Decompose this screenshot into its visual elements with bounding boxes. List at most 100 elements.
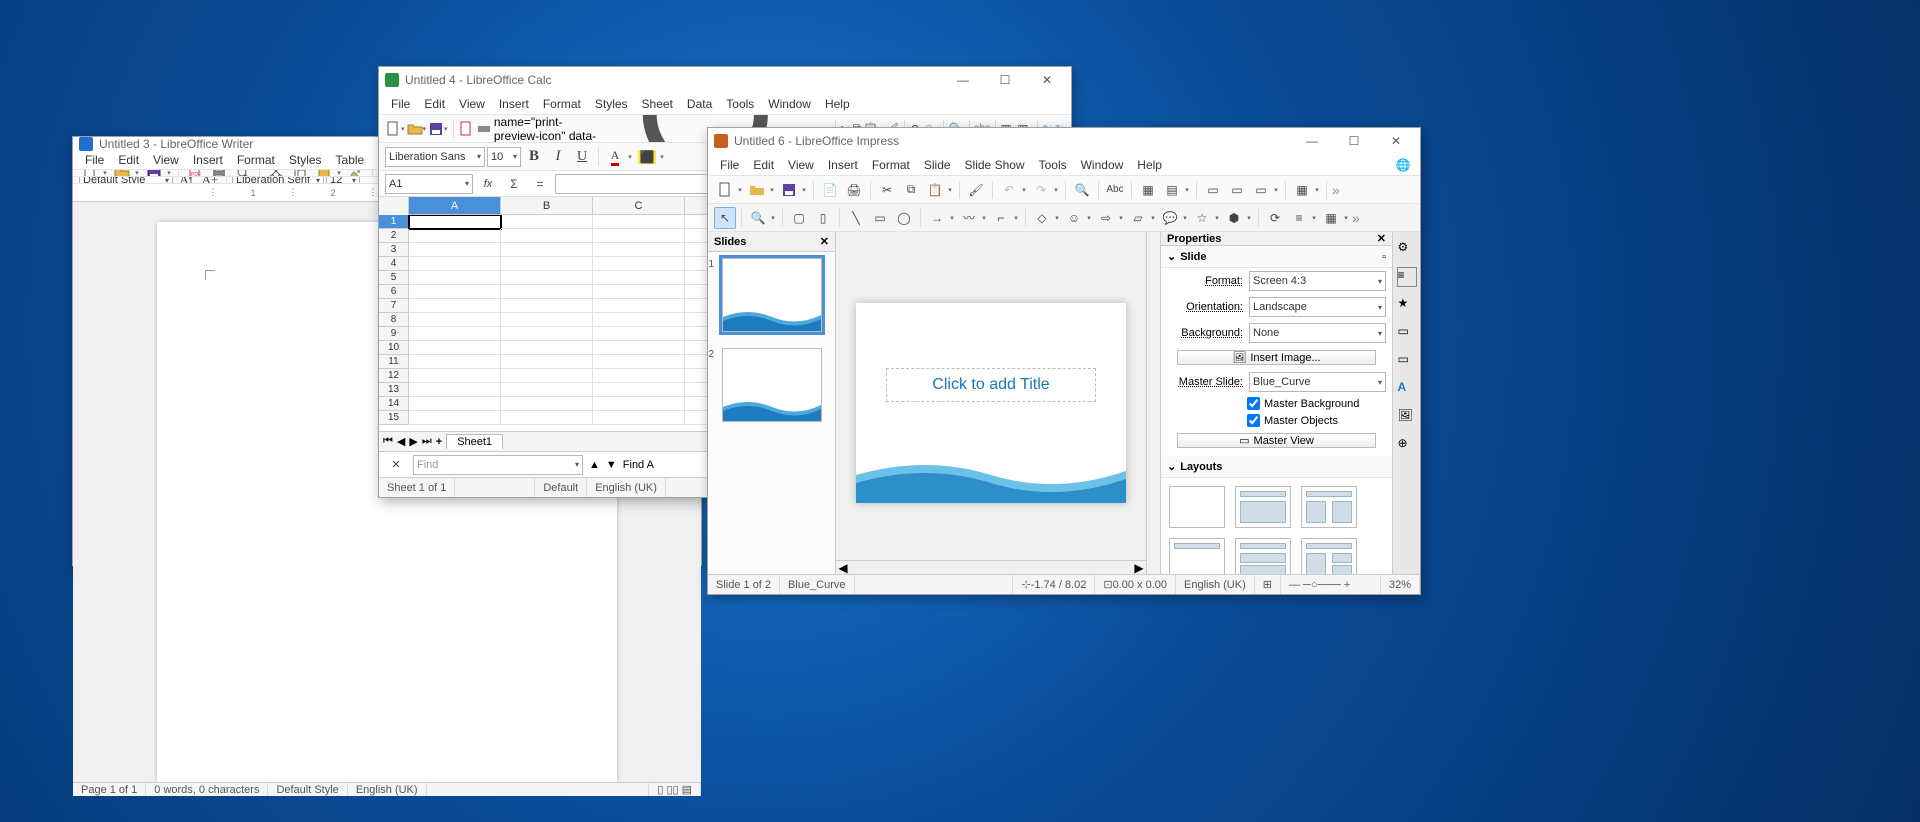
find-next-icon[interactable]: ▼ bbox=[606, 459, 617, 471]
calc-status-style[interactable]: Default bbox=[535, 478, 587, 497]
cell[interactable] bbox=[501, 285, 593, 299]
sum-icon[interactable]: Σ bbox=[503, 173, 525, 195]
sidebar-navigator-icon[interactable]: ⊕ bbox=[1398, 436, 1416, 454]
paragraph-style-select[interactable]: Default Style▾ bbox=[79, 177, 173, 184]
cell[interactable] bbox=[501, 411, 593, 425]
findbar-close-icon[interactable]: ✕ bbox=[385, 454, 407, 476]
cell[interactable] bbox=[501, 355, 593, 369]
cell[interactable] bbox=[593, 215, 685, 229]
cell[interactable] bbox=[501, 341, 593, 355]
cell[interactable] bbox=[409, 327, 501, 341]
close-button[interactable]: ✕ bbox=[1029, 70, 1065, 90]
writer-menu-file[interactable]: File bbox=[79, 151, 110, 169]
layout-title-content[interactable] bbox=[1235, 486, 1291, 528]
impress-status-lang[interactable]: English (UK) bbox=[1176, 575, 1255, 594]
print-icon[interactable]: 🖨 bbox=[843, 179, 865, 201]
impress-menu-help[interactable]: Help bbox=[1131, 156, 1168, 174]
slide-thumb-1[interactable]: 1 bbox=[722, 258, 822, 332]
row-header-9[interactable]: 9 bbox=[379, 327, 409, 341]
master-view-button[interactable]: ▭ Master View bbox=[1177, 433, 1376, 448]
tab-next-icon[interactable]: ▶ bbox=[409, 435, 417, 448]
clone-format-icon[interactable] bbox=[345, 170, 367, 177]
font-name-select[interactable]: Liberation Serif▾ bbox=[232, 177, 324, 184]
cell[interactable] bbox=[593, 411, 685, 425]
cell[interactable] bbox=[409, 411, 501, 425]
sidebar-gallery-icon[interactable]: 🖼 bbox=[1398, 408, 1416, 426]
find-prev-icon[interactable]: ▲ bbox=[589, 459, 600, 471]
row-header-11[interactable]: 11 bbox=[379, 355, 409, 369]
calc-menu-tools[interactable]: Tools bbox=[720, 95, 760, 113]
impress-menu-slideshow[interactable]: Slide Show bbox=[959, 156, 1031, 174]
impress-canvas[interactable]: Click to add Title ◀▶ bbox=[836, 232, 1146, 574]
impress-status-master[interactable]: Blue_Curve bbox=[780, 575, 854, 594]
sidebar-settings-icon[interactable]: ⚙ bbox=[1398, 240, 1416, 258]
symbol-shapes-icon[interactable]: ☺ bbox=[1063, 207, 1085, 229]
undo-icon[interactable]: ↶ bbox=[998, 179, 1020, 201]
col-header-c[interactable]: C bbox=[593, 197, 685, 215]
save-icon[interactable] bbox=[428, 118, 444, 140]
display-views-icon[interactable]: ▤ bbox=[1161, 179, 1183, 201]
open-icon[interactable] bbox=[111, 170, 133, 177]
export-pdf-icon[interactable] bbox=[458, 118, 474, 140]
cell[interactable] bbox=[501, 257, 593, 271]
calc-menu-edit[interactable]: Edit bbox=[418, 95, 451, 113]
underline-icon[interactable]: U bbox=[571, 146, 593, 168]
impress-menu-tools[interactable]: Tools bbox=[1033, 156, 1073, 174]
impress-fit-icon[interactable]: ⊞ bbox=[1255, 575, 1281, 594]
writer-status-style[interactable]: Default Style bbox=[268, 783, 347, 796]
cell[interactable] bbox=[501, 327, 593, 341]
open-icon[interactable] bbox=[746, 179, 768, 201]
cell[interactable] bbox=[593, 285, 685, 299]
calc-menu-view[interactable]: View bbox=[453, 95, 491, 113]
calc-titlebar[interactable]: Untitled 4 - LibreOffice Calc — ☐ ✕ bbox=[379, 67, 1071, 93]
layout-2row[interactable] bbox=[1235, 538, 1291, 574]
tab-first-icon[interactable]: ⏮ bbox=[383, 435, 393, 448]
impress-menu-edit[interactable]: Edit bbox=[747, 156, 780, 174]
close-button[interactable]: ✕ bbox=[1378, 131, 1414, 151]
maximize-button[interactable]: ☐ bbox=[987, 70, 1023, 90]
cell[interactable] bbox=[501, 369, 593, 383]
calc-menu-window[interactable]: Window bbox=[762, 95, 817, 113]
shapes-icon[interactable]: ◇ bbox=[1031, 207, 1053, 229]
cell[interactable] bbox=[409, 383, 501, 397]
sidebar-properties-icon[interactable]: ≡ bbox=[1398, 268, 1416, 286]
cell[interactable] bbox=[409, 355, 501, 369]
open-icon[interactable] bbox=[407, 118, 423, 140]
highlight-icon[interactable]: ⬛ bbox=[636, 146, 658, 168]
cell[interactable] bbox=[409, 271, 501, 285]
export-pdf-icon[interactable]: PDF bbox=[184, 170, 206, 177]
impress-menu-insert[interactable]: Insert bbox=[822, 156, 864, 174]
layout-title-2col[interactable] bbox=[1301, 486, 1357, 528]
redo-icon[interactable]: ↷ bbox=[1030, 179, 1052, 201]
cell[interactable] bbox=[593, 397, 685, 411]
background-select[interactable]: None▾ bbox=[1249, 323, 1386, 343]
cell[interactable] bbox=[593, 355, 685, 369]
slides-panel-close-icon[interactable]: ✕ bbox=[820, 235, 829, 248]
cell[interactable] bbox=[409, 285, 501, 299]
name-box[interactable]: A1▾ bbox=[385, 174, 473, 194]
cell[interactable] bbox=[593, 271, 685, 285]
layout-blank[interactable] bbox=[1169, 486, 1225, 528]
print-icon[interactable] bbox=[208, 170, 230, 177]
calc-font-select[interactable]: Liberation Sans▾ bbox=[385, 147, 485, 167]
copy-icon[interactable]: ⧉ bbox=[900, 179, 922, 201]
find-icon[interactable]: 🔍 bbox=[1071, 179, 1093, 201]
start-first-icon[interactable]: ▭ bbox=[1226, 179, 1248, 201]
insert-image-button[interactable]: 🖼 Insert Image... bbox=[1177, 350, 1376, 365]
col-header-b[interactable]: B bbox=[501, 197, 593, 215]
line-icon[interactable]: ╲ bbox=[845, 207, 867, 229]
cell[interactable] bbox=[409, 369, 501, 383]
3d-icon[interactable]: ⬢ bbox=[1223, 207, 1245, 229]
impress-v-scrollbar[interactable] bbox=[1146, 232, 1160, 574]
globe-icon[interactable]: 🌐 bbox=[1392, 154, 1414, 176]
impress-status-slide[interactable]: Slide 1 of 2 bbox=[708, 575, 780, 594]
calc-menu-data[interactable]: Data bbox=[681, 95, 718, 113]
impress-menu-window[interactable]: Window bbox=[1075, 156, 1130, 174]
new-doc-icon[interactable] bbox=[79, 170, 101, 177]
master-slide-icon[interactable]: ▭ bbox=[1202, 179, 1224, 201]
cell[interactable] bbox=[501, 271, 593, 285]
row-header-1[interactable]: 1 bbox=[379, 215, 409, 229]
arrow-icon[interactable]: → bbox=[926, 207, 948, 229]
impress-zoom-pct[interactable]: 32% bbox=[1381, 575, 1420, 594]
row-header-8[interactable]: 8 bbox=[379, 313, 409, 327]
